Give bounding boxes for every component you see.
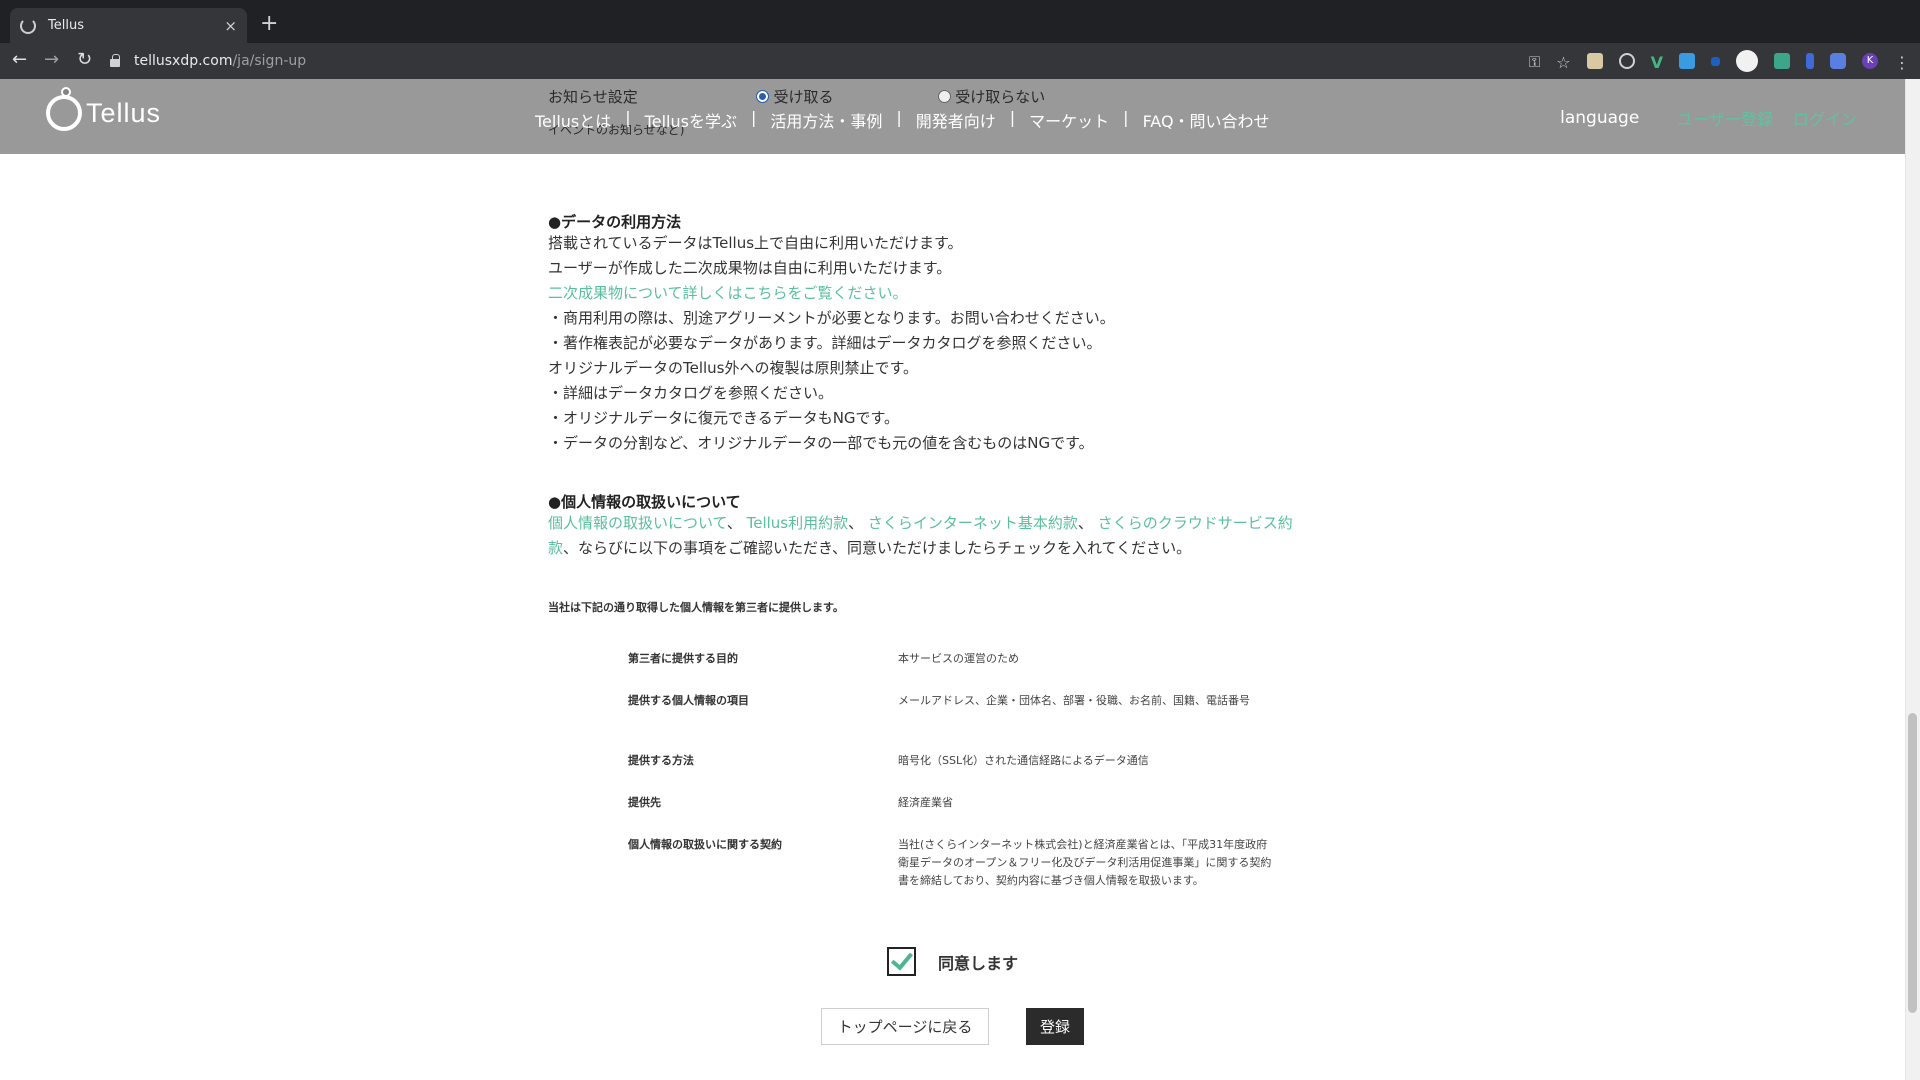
data-usage-line: オリジナルデータのTellus外への複製は原則禁止です。 <box>548 359 919 377</box>
radio-receive[interactable] <box>756 90 770 103</box>
agree-label[interactable]: 同意します <box>938 950 1018 974</box>
privacy-policy-link[interactable]: 個人情報の取扱いについて <box>548 514 727 532</box>
privacy-heading: ●個人情報の取扱いについて <box>548 493 741 511</box>
login-link[interactable]: ログイン <box>1793 106 1857 130</box>
extension-6-icon[interactable] <box>1806 53 1814 69</box>
table-value: 本サービスの運営のため <box>898 652 1019 665</box>
page-scrollbar[interactable] <box>1905 79 1920 1080</box>
data-usage-line: ・著作権表記が必要なデータがあります。詳細はデータカタログを参照ください。 <box>548 334 1102 352</box>
nav-separator: | <box>896 108 902 127</box>
nav-item-faq[interactable]: FAQ・問い合わせ <box>1143 108 1270 132</box>
agree-checkbox[interactable] <box>887 946 916 976</box>
logo-text: Tellus <box>86 97 162 128</box>
table-value: 暗号化（SSL化）された通信経路によるデータ通信 <box>898 754 1149 767</box>
nav-item-use-cases[interactable]: 活用方法・事例 <box>770 108 882 132</box>
extension-5-icon[interactable] <box>1774 53 1790 69</box>
tab-title: Tellus <box>48 18 84 33</box>
data-usage-line: 搭載されているデータはTellus上で自由に利用いただけます。 <box>548 234 963 252</box>
extension-2-icon[interactable] <box>1618 53 1635 69</box>
browser-tab-bar: Tellus × + <box>0 0 1920 43</box>
table-value: メールアドレス、企業・団体名、部署・役職、お名前、国籍、電話番号 <box>898 694 1250 707</box>
nav-separator: | <box>625 108 631 127</box>
extension-3-icon[interactable] <box>1711 56 1720 66</box>
page-viewport: ●データの利用方法 搭載されているデータはTellus上で自由に利用いただけます… <box>0 79 1920 1080</box>
data-usage-line: ・オリジナルデータに復元できるデータもNGです。 <box>548 409 900 427</box>
browser-toolbar: ← → ↻ tellusxdp.com/ja/sign-up ⚿ ☆ V K ⋮ <box>0 43 1920 79</box>
nav-item-market[interactable]: マーケット <box>1029 108 1109 132</box>
table-value: 経済産業省 <box>898 796 953 809</box>
vue-devtools-icon[interactable]: V <box>1651 53 1663 72</box>
data-usage-line: ・商用利用の際は、別途アグリーメントが必要となります。お問い合わせください。 <box>548 309 1115 327</box>
main-nav: Tellusとは | Tellusを学ぶ | 活用方法・事例 | 開発者向け |… <box>535 108 1270 132</box>
signup-link[interactable]: ユーザー登録 <box>1677 106 1773 130</box>
logo-mark-icon <box>46 87 82 131</box>
star-bookmark-icon[interactable]: ☆ <box>1556 53 1570 72</box>
separator-comma: 、 <box>1077 514 1093 532</box>
menu-kebab-icon[interactable]: ⋮ <box>1894 53 1910 72</box>
sakura-cloud-terms-link[interactable]: さくらのクラウドサービス約 <box>1098 514 1293 532</box>
data-usage-line: ・詳細はデータカタログを参照ください。 <box>548 384 834 402</box>
browser-tab[interactable]: Tellus × <box>10 8 247 43</box>
key-icon[interactable]: ⚿ <box>1529 53 1540 71</box>
forward-arrow-icon[interactable]: → <box>44 49 59 71</box>
back-arrow-icon[interactable]: ← <box>12 49 27 71</box>
nav-separator: | <box>1123 108 1129 127</box>
extension-4-icon[interactable] <box>1736 50 1758 72</box>
profile-avatar[interactable]: K <box>1862 53 1878 69</box>
nav-separator: | <box>1009 108 1016 127</box>
loading-favicon-icon <box>20 17 36 34</box>
sakura-basic-terms-link[interactable]: さくらインターネット基本約款 <box>868 514 1078 532</box>
checkmark-icon <box>890 946 913 971</box>
nav-separator: | <box>750 108 757 127</box>
secondary-products-link[interactable]: 二次成果物について詳しくはこちらをご覧ください。 <box>548 281 1348 306</box>
separator-comma: 、 <box>848 514 864 532</box>
extension-1-icon[interactable] <box>1586 53 1603 69</box>
reload-icon[interactable]: ↻ <box>77 49 92 71</box>
new-tab-button[interactable]: + <box>260 11 278 37</box>
third-party-note: 当社は下記の通り取得した個人情報を第三者に提供します。 <box>548 601 844 614</box>
register-button[interactable]: 登録 <box>1026 1008 1084 1045</box>
nav-item-about[interactable]: Tellusとは <box>535 108 611 132</box>
nav-item-learn[interactable]: Tellusを学ぶ <box>645 108 737 132</box>
agree-checkbox-row[interactable]: 同意します <box>887 946 1018 976</box>
tellus-terms-link[interactable]: Tellus利用約款 <box>747 514 849 532</box>
language-selector[interactable]: language <box>1560 108 1639 128</box>
scrollbar-thumb[interactable] <box>1908 713 1917 1013</box>
nav-item-developers[interactable]: 開発者向け <box>916 108 996 132</box>
radio-receive-label: 受け取る <box>773 88 834 106</box>
table-key: 提供先 <box>628 796 661 809</box>
table-key: 提供する方法 <box>628 754 694 767</box>
extension-7-icon[interactable] <box>1830 53 1846 69</box>
close-tab-icon[interactable]: × <box>224 17 237 35</box>
table-key: 個人情報の取扱いに関する契約 <box>628 838 782 851</box>
address-bar[interactable]: tellusxdp.com/ja/sign-up <box>110 49 306 73</box>
download-extension-icon[interactable] <box>1679 53 1695 69</box>
url-host: tellusxdp.com <box>134 53 233 69</box>
separator-comma: 、 <box>726 514 742 532</box>
data-usage-heading: ●データの利用方法 <box>548 213 682 231</box>
extension-bar: ⚿ ☆ V K ⋮ <box>1529 43 1920 79</box>
sakura-cloud-terms-link-cont[interactable]: 款 <box>548 539 563 557</box>
header-right: language ユーザー登録 ログイン <box>1560 106 1857 130</box>
radio-not-receive[interactable] <box>938 90 952 103</box>
back-to-top-button[interactable]: トップページに戻る <box>821 1008 989 1045</box>
lock-icon <box>110 54 120 67</box>
site-header: お知らせ設定 受け取る 受け取らない イベントのお知らせなど) Tellus T… <box>0 79 1905 154</box>
url-path: /ja/sign-up <box>232 53 307 69</box>
table-value: 当社(さくらインターネット株式会社)と経済産業省とは、「平成31年度政府衛星デー… <box>898 838 1272 887</box>
privacy-consent-text: 、ならびに以下の事項をご確認いただき、同意いただけましたらチェックを入れてくださ… <box>563 539 1192 557</box>
data-usage-line: ・データの分割など、オリジナルデータの一部でも元の値を含むものはNGです。 <box>548 434 1094 452</box>
data-usage-line: ユーザーが作成した二次成果物は自由に利用いただけます。 <box>548 259 952 277</box>
notification-settings-label: お知らせ設定 <box>548 88 638 106</box>
table-key: 提供する個人情報の項目 <box>628 694 749 707</box>
table-key: 第三者に提供する目的 <box>628 652 738 665</box>
tellus-logo[interactable]: Tellus <box>46 87 162 131</box>
radio-not-receive-label: 受け取らない <box>955 88 1046 106</box>
